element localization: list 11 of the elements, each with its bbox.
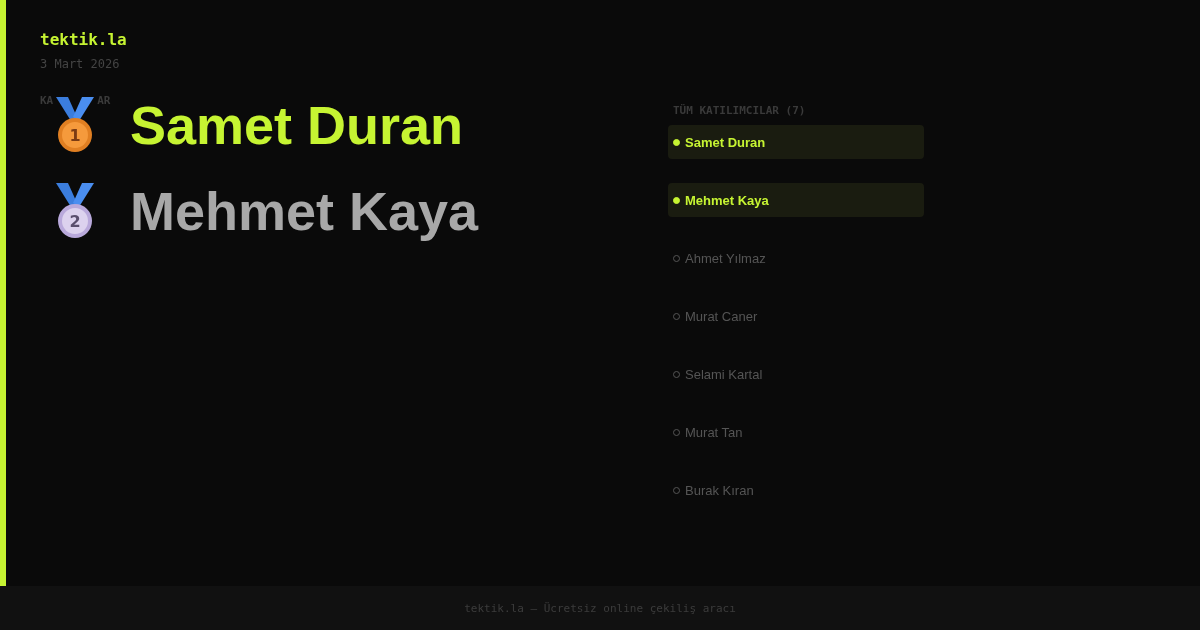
participant-name: Ahmet Yılmaz [685,250,766,266]
participant-name: Burak Kıran [685,482,754,498]
participant-name: Selami Kartal [685,366,763,382]
participant-name: Samet Duran [685,134,766,150]
participant-name: Mehmet Kaya [685,192,769,208]
winner-name: Samet Duran [130,94,464,157]
brand-name: tektik.la [40,30,128,50]
winner-name: Mehmet Kaya [130,180,479,243]
participant-name: Murat Caner [685,308,758,324]
draw-date: 3 Mart 2026 [40,56,121,72]
participant-name: Murat Tan [685,424,743,440]
